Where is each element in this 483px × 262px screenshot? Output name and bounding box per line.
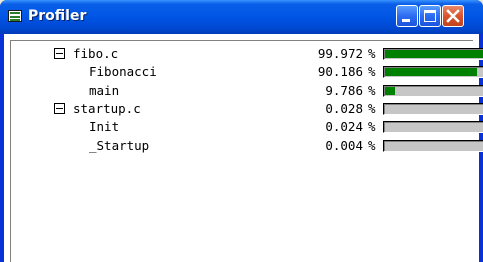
row-percent: 90.186: [317, 64, 363, 80]
maximize-button[interactable]: [419, 5, 441, 27]
minimize-button[interactable]: [396, 5, 418, 27]
percent-sign: %: [368, 100, 376, 116]
profiler-window: Profiler fibo.c 99.972% Fibonacci 90.186% ma…: [0, 0, 483, 262]
collapse-icon[interactable]: [54, 48, 65, 59]
row-percent: 0.004: [325, 137, 363, 153]
profiler-row[interactable]: _Startup 0.004%: [11, 137, 483, 155]
percent-sign: %: [368, 64, 376, 80]
window-client-area: fibo.c 99.972% Fibonacci 90.186% main 9.786% s…: [4, 34, 483, 262]
percent-sign: %: [368, 137, 376, 153]
row-label: Init: [89, 119, 120, 135]
close-button[interactable]: [442, 5, 464, 27]
row-label: startup.c: [73, 100, 141, 116]
close-icon: [446, 9, 460, 23]
profiler-row[interactable]: main 9.786%: [11, 82, 483, 100]
percent-sign: %: [368, 46, 376, 61]
row-label: _Startup: [89, 137, 150, 153]
percent-bar: [383, 84, 483, 97]
percent-sign: %: [368, 119, 376, 135]
row-percent: 99.972: [317, 46, 363, 61]
row-percent: 9.786: [325, 82, 363, 98]
row-label: main: [89, 82, 120, 98]
minimize-icon: [402, 19, 410, 22]
row-label: fibo.c: [73, 46, 119, 61]
percent-bar-fill: [385, 50, 483, 58]
percent-bar: [383, 121, 483, 134]
title-bar[interactable]: Profiler: [0, 0, 483, 34]
percent-bar-fill: [385, 68, 477, 77]
row-percent: 0.024: [325, 119, 363, 135]
profiler-tree[interactable]: fibo.c 99.972% Fibonacci 90.186% main 9.786% s…: [10, 40, 483, 262]
window-title: Profiler: [28, 8, 87, 24]
row-label: Fibonacci: [89, 64, 157, 80]
profiler-row[interactable]: Fibonacci 90.186%: [11, 64, 483, 81]
percent-bar: [383, 48, 483, 60]
profiler-row[interactable]: fibo.c 99.972%: [11, 46, 483, 63]
percent-bar: [383, 139, 483, 152]
row-percent: 0.028: [325, 100, 363, 116]
percent-sign: %: [368, 82, 376, 98]
percent-bar: [383, 102, 483, 115]
profiler-window-icon[interactable]: [8, 10, 22, 22]
collapse-icon[interactable]: [54, 102, 65, 114]
maximize-icon: [424, 10, 436, 22]
percent-bar: [383, 66, 483, 79]
profiler-row[interactable]: Init 0.024%: [11, 119, 483, 136]
percent-bar-fill: [385, 86, 395, 95]
profiler-row[interactable]: startup.c 0.028%: [11, 100, 483, 118]
